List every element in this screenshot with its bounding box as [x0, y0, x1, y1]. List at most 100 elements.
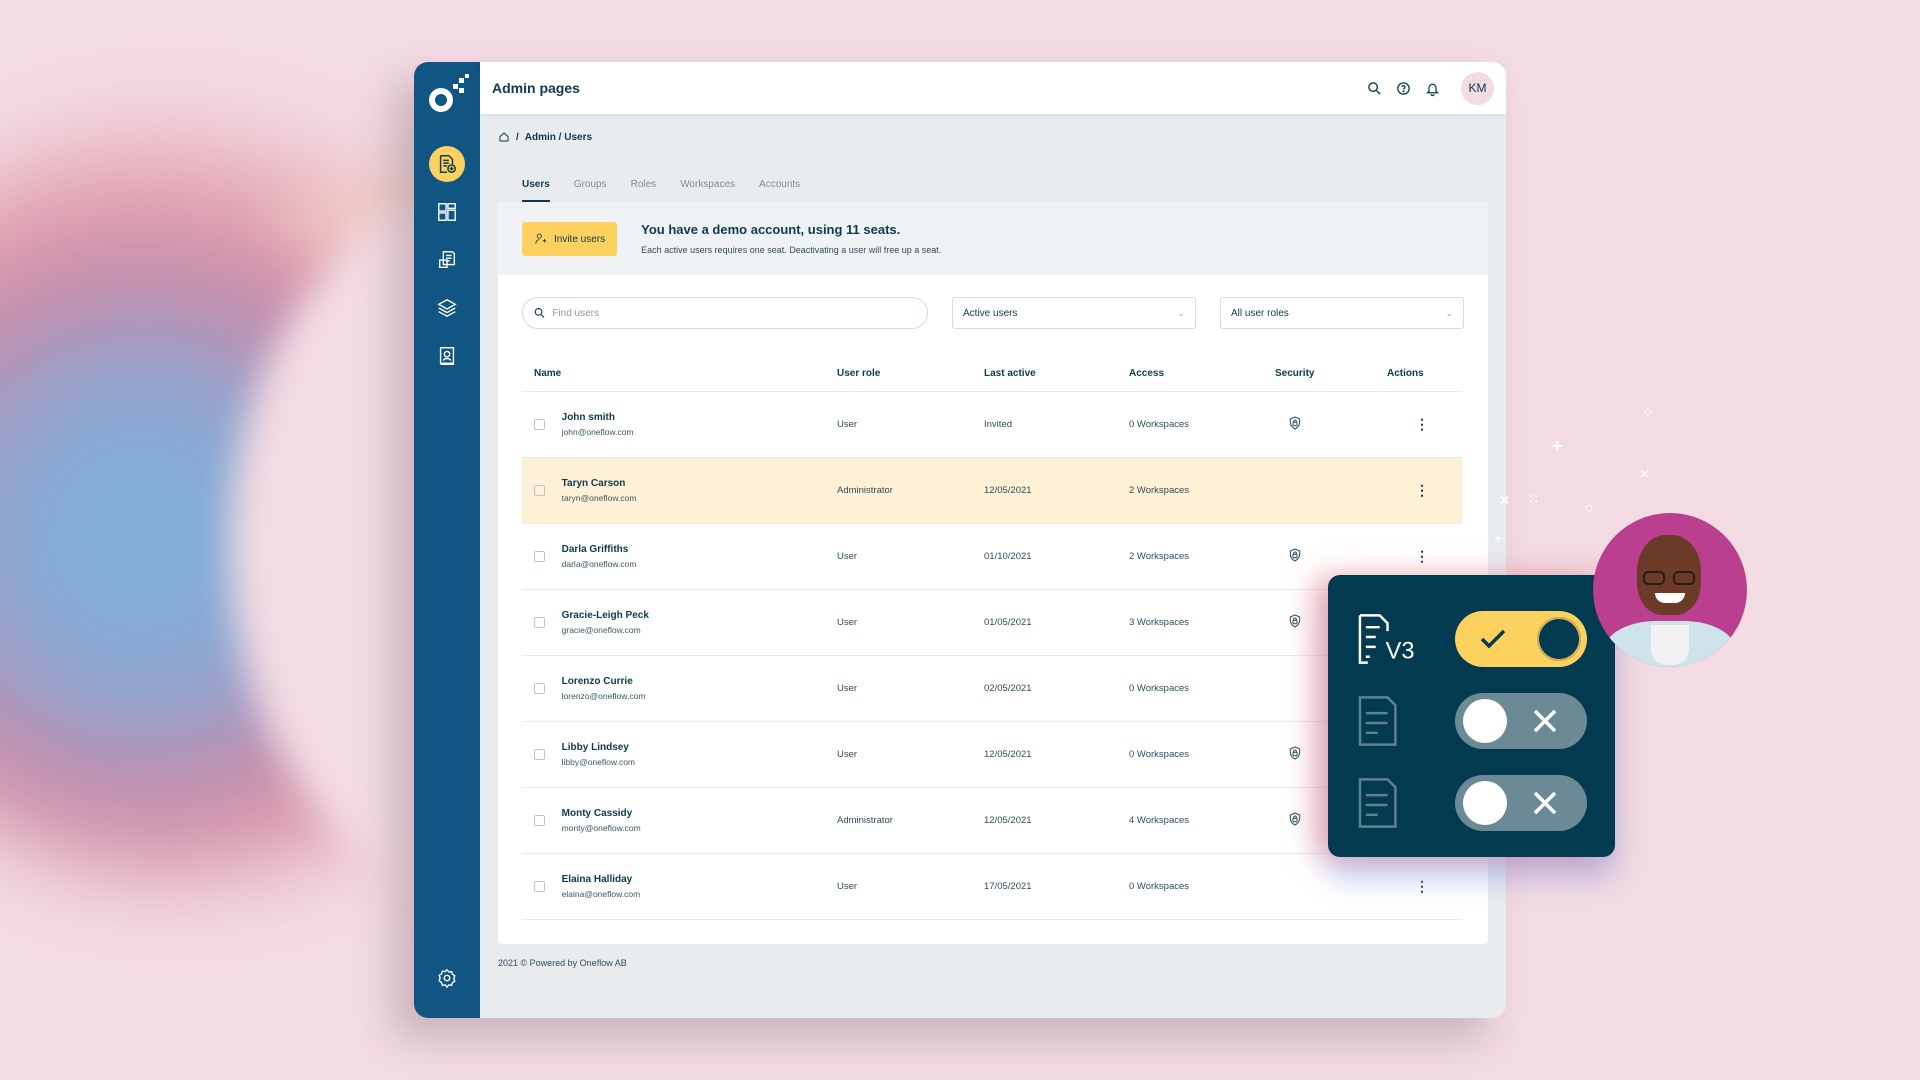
user-name[interactable]: Monty Cassidy — [562, 808, 641, 819]
table-row[interactable]: Gracie-Leigh Peck gracie@oneflow.com Use… — [522, 589, 1462, 656]
cell-access: 0 Workspaces — [1129, 721, 1275, 788]
cell-access: 0 Workspaces — [1129, 391, 1275, 458]
tab-workspaces[interactable]: Workspaces — [680, 179, 735, 202]
cell-user-role: User — [837, 589, 984, 656]
column-header-name[interactable]: Name — [522, 367, 837, 392]
sidebar-item-templates[interactable] — [429, 290, 465, 326]
table-header-row: Name User role Last active Access Securi… — [522, 367, 1462, 392]
sparkle-decoration: × — [1500, 492, 1510, 509]
shield-lock-icon — [1287, 415, 1303, 434]
user-photo — [1593, 513, 1747, 667]
cell-name: Gracie-Leigh Peck gracie@oneflow.com — [522, 589, 837, 656]
tab-accounts[interactable]: Accounts — [759, 179, 800, 202]
sidebar — [414, 62, 480, 1018]
cell-name: Monty Cassidy monty@oneflow.com — [522, 787, 837, 854]
document-icon — [1358, 778, 1397, 828]
user-name[interactable]: Darla Griffiths — [562, 544, 637, 555]
row-checkbox[interactable] — [534, 418, 545, 430]
invite-users-button[interactable]: Invite users — [522, 222, 618, 256]
status-filter-select[interactable]: Active users ⌄ — [952, 297, 1196, 329]
sparkle-decoration: ○ — [1584, 500, 1594, 517]
search-icon[interactable] — [1366, 80, 1383, 97]
user-name[interactable]: Taryn Carson — [562, 478, 637, 489]
cell-access: 2 Workspaces — [1129, 523, 1275, 590]
tab-users[interactable]: Users — [522, 179, 550, 202]
version-label: V3 — [1386, 639, 1415, 665]
table-row[interactable]: Elaina Halliday elaina@oneflow.com User … — [522, 853, 1462, 920]
version-row: V3 — [1356, 611, 1587, 667]
shield-lock-icon — [1287, 745, 1303, 764]
sidebar-item-contacts[interactable] — [429, 338, 465, 374]
sidebar-item-documents[interactable] — [429, 242, 465, 278]
column-header-last-active[interactable]: Last active — [984, 367, 1129, 392]
cell-access: 3 Workspaces — [1129, 589, 1275, 656]
user-name[interactable]: Elaina Halliday — [562, 874, 641, 885]
row-checkbox[interactable] — [534, 814, 545, 826]
role-filter-value: All user roles — [1231, 307, 1289, 319]
help-icon[interactable] — [1395, 80, 1412, 97]
cell-name: John smith john@oneflow.com — [522, 391, 837, 458]
home-icon[interactable] — [498, 131, 510, 143]
user-name[interactable]: Libby Lindsey — [562, 742, 635, 753]
cell-name: Libby Lindsey libby@oneflow.com — [522, 721, 837, 788]
tab-roles[interactable]: Roles — [631, 179, 657, 202]
main-area: Admin pages KM / Admin / Users Users Gro… — [480, 62, 1506, 1018]
banner-subtext: Each active users requires one seat. Dea… — [641, 245, 942, 255]
tabs: Users Groups Roles Workspaces Accounts — [498, 179, 1488, 202]
row-checkbox[interactable] — [534, 748, 545, 760]
column-header-access[interactable]: Access — [1129, 367, 1275, 392]
breadcrumb-path[interactable]: Admin / Users — [525, 132, 592, 143]
banner-heading: You have a demo account, using 11 seats. — [641, 222, 901, 237]
sidebar-item-create-document[interactable] — [429, 146, 465, 182]
row-checkbox[interactable] — [534, 880, 545, 892]
chevron-down-icon: ⌄ — [1445, 307, 1453, 318]
cell-last-active: 01/05/2021 — [984, 589, 1129, 656]
search-box[interactable] — [522, 297, 928, 329]
bell-icon[interactable] — [1424, 80, 1441, 97]
user-email: elaina@oneflow.com — [561, 888, 641, 899]
tab-groups[interactable]: Groups — [574, 179, 607, 202]
search-icon — [534, 308, 545, 318]
filters: Active users ⌄ All user roles ⌄ — [498, 275, 1488, 329]
user-name[interactable]: Lorenzo Currie — [562, 676, 646, 687]
sparkle-decoration: ∷ — [1530, 492, 1538, 506]
column-header-user-role[interactable]: User role — [837, 367, 984, 392]
row-checkbox[interactable] — [534, 484, 545, 496]
cell-actions: ⋮ — [1387, 391, 1462, 458]
row-checkbox[interactable] — [534, 616, 545, 628]
table-row[interactable]: Lorenzo Currie lorenzo@oneflow.com User … — [522, 655, 1462, 722]
table-row[interactable]: John smith john@oneflow.com User Invited… — [522, 391, 1462, 458]
table-row[interactable]: Monty Cassidy monty@oneflow.com Administ… — [522, 787, 1462, 854]
content: / Admin / Users Users Groups Roles Works… — [480, 114, 1506, 1018]
user-avatar[interactable]: KM — [1461, 71, 1494, 105]
more-vertical-icon[interactable]: ⋮ — [1415, 416, 1429, 432]
version-toggle-on[interactable] — [1454, 611, 1587, 667]
table-row[interactable]: Taryn Carson taryn@oneflow.com Administr… — [522, 457, 1462, 524]
cell-last-active: 12/05/2021 — [984, 721, 1129, 788]
version-toggle-off[interactable] — [1454, 693, 1587, 749]
cell-name: Darla Griffiths darla@oneflow.com — [522, 523, 837, 590]
sparkle-decoration: ⁘ — [1642, 404, 1654, 420]
sidebar-item-dashboard[interactable] — [429, 194, 465, 230]
user-email: libby@oneflow.com — [561, 756, 635, 767]
table-row[interactable]: Darla Griffiths darla@oneflow.com User 0… — [522, 523, 1462, 590]
cell-last-active: 12/05/2021 — [984, 787, 1129, 854]
version-row — [1356, 775, 1587, 831]
breadcrumb: / Admin / Users — [498, 131, 1488, 143]
row-checkbox[interactable] — [534, 550, 545, 562]
oneflow-logo[interactable] — [427, 74, 469, 114]
row-checkbox[interactable] — [534, 682, 545, 694]
role-filter-select[interactable]: All user roles ⌄ — [1220, 297, 1464, 329]
more-vertical-icon[interactable]: ⋮ — [1415, 482, 1429, 498]
search-input[interactable] — [552, 307, 917, 319]
shield-lock-icon — [1287, 613, 1303, 632]
user-name[interactable]: Gracie-Leigh Peck — [562, 610, 649, 621]
table-row[interactable]: Libby Lindsey libby@oneflow.com User 12/… — [522, 721, 1462, 788]
version-toggle-off[interactable] — [1454, 775, 1587, 831]
sidebar-item-settings[interactable] — [429, 960, 465, 996]
user-name[interactable]: John smith — [562, 412, 634, 423]
more-vertical-icon[interactable]: ⋮ — [1415, 548, 1429, 564]
layers-icon — [437, 298, 457, 318]
more-vertical-icon[interactable]: ⋮ — [1415, 878, 1429, 894]
document-icon — [1358, 696, 1397, 746]
